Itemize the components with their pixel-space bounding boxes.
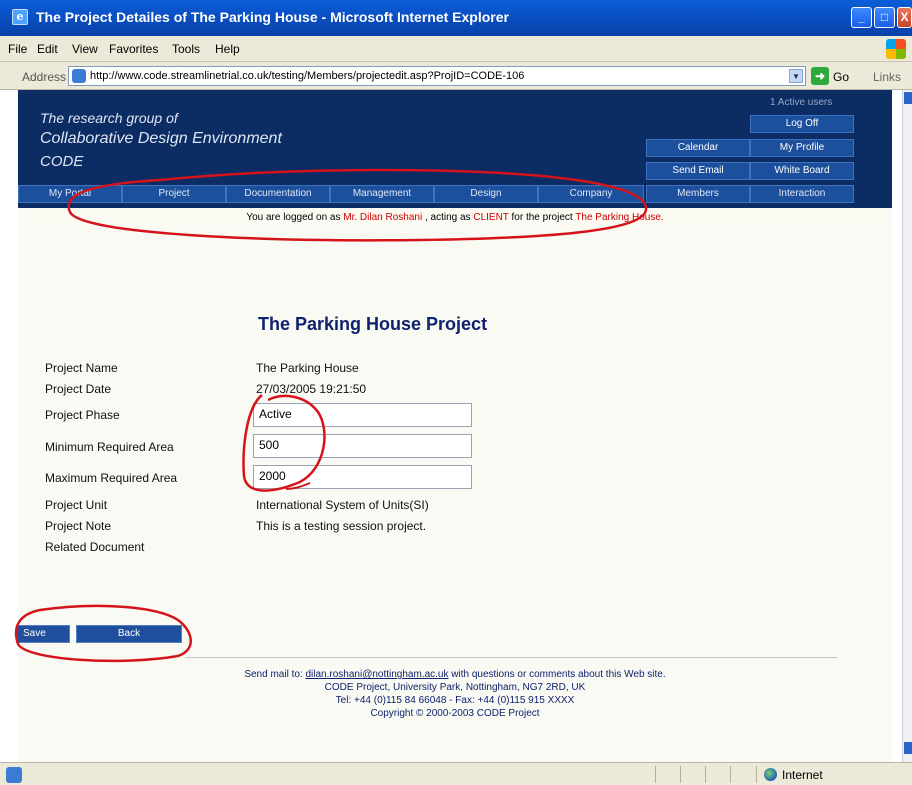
logon-middle: , acting as <box>424 212 471 223</box>
logon-bar: You are logged on as Mr. Dilan Roshani ,… <box>18 208 892 228</box>
status-separator <box>730 766 731 783</box>
footer: Send mail to: dilan.roshani@nottingham.a… <box>18 668 892 720</box>
project-date-label: Project Date <box>45 382 112 396</box>
address-input[interactable]: http://www.code.streamlinetrial.co.uk/te… <box>68 66 806 86</box>
links-button[interactable]: Links <box>873 70 901 84</box>
nav-my-portal[interactable]: My Portal <box>18 185 122 203</box>
security-zone-label: Internet <box>782 768 823 782</box>
window-title: The Project Detailes of The Parking Hous… <box>36 9 509 25</box>
window-title-bar[interactable]: e The Project Detailes of The Parking Ho… <box>0 0 912 36</box>
address-dropdown-icon[interactable]: ▼ <box>789 69 803 83</box>
menu-tools[interactable]: Tools <box>172 42 200 56</box>
menu-help[interactable]: Help <box>215 42 240 56</box>
menu-edit[interactable]: Edit <box>37 42 58 56</box>
save-button[interactable]: Save <box>16 625 70 643</box>
white-board-button[interactable]: White Board <box>750 162 854 180</box>
logon-project: The Parking House. <box>575 212 664 223</box>
related-document-label: Related Document <box>45 540 145 554</box>
close-button[interactable]: X <box>897 7 912 28</box>
go-button[interactable]: Go <box>833 70 849 84</box>
back-button[interactable]: Back <box>76 625 182 643</box>
address-bar: Address http://www.code.streamlinetrial.… <box>0 62 912 90</box>
footer-send-mail-prefix: Send mail to: <box>244 669 303 680</box>
status-separator <box>680 766 681 783</box>
logon-prefix: You are logged on as <box>246 212 341 223</box>
scroll-down-arrow[interactable] <box>904 742 912 754</box>
footer-send-mail-suffix: with questions or comments about this We… <box>451 669 666 680</box>
menu-view[interactable]: View <box>72 42 98 56</box>
maximize-button[interactable]: □ <box>874 7 895 28</box>
active-users-count: 1 Active users <box>770 97 833 108</box>
project-unit-value: International System of Units(SI) <box>256 498 429 512</box>
tagline-cde: Collaborative Design Environment <box>40 130 282 147</box>
footer-divider <box>185 657 837 658</box>
address-url[interactable]: http://www.code.streamlinetrial.co.uk/te… <box>90 70 524 82</box>
minimize-button[interactable]: _ <box>851 7 872 28</box>
logon-suffix: for the project <box>511 212 573 223</box>
nav-project[interactable]: Project <box>122 185 226 203</box>
footer-mail-line: Send mail to: dilan.roshani@nottingham.a… <box>18 668 892 681</box>
address-label: Address <box>22 70 67 84</box>
tagline-research-group: The research group of <box>40 110 178 126</box>
page-viewport: The research group of Collaborative Desi… <box>0 90 902 762</box>
project-phase-label: Project Phase <box>45 408 120 422</box>
nav-interaction[interactable]: Interaction <box>750 185 854 203</box>
project-phase-input[interactable]: Active <box>253 403 472 427</box>
project-name-value: The Parking House <box>256 361 359 375</box>
nav-management[interactable]: Management <box>330 185 434 203</box>
project-name-label: Project Name <box>45 361 118 375</box>
max-area-input[interactable]: 2000 <box>253 465 472 489</box>
nav-company[interactable]: Company <box>538 185 644 203</box>
nav-documentation[interactable]: Documentation <box>226 185 330 203</box>
menu-bar: File Edit View Favorites Tools Help <box>0 36 912 62</box>
log-off-button[interactable]: Log Off <box>750 115 854 133</box>
ie-page-icon: e <box>12 9 28 25</box>
internet-globe-icon <box>764 768 777 781</box>
logon-user: Mr. Dilan Roshani <box>343 212 423 223</box>
logon-role: CLIENT <box>473 212 509 223</box>
project-note-value: This is a testing session project. <box>256 519 427 533</box>
project-note-label: Project Note <box>45 519 112 533</box>
scroll-up-arrow[interactable] <box>904 92 912 104</box>
status-page-icon <box>6 767 22 783</box>
project-date-value: 27/03/2005 19:21:50 <box>256 382 367 396</box>
logon-message: You are logged on as Mr. Dilan Roshani ,… <box>18 212 892 223</box>
my-profile-button[interactable]: My Profile <box>750 139 854 157</box>
send-email-button[interactable]: Send Email <box>646 162 750 180</box>
main-nav: My Portal Project Documentation Manageme… <box>18 185 892 203</box>
tagline-code: CODE <box>40 153 84 170</box>
status-separator <box>705 766 706 783</box>
project-unit-label: Project Unit <box>45 498 108 512</box>
min-area-input[interactable]: 500 <box>253 434 472 458</box>
nav-design[interactable]: Design <box>434 185 538 203</box>
footer-email-link[interactable]: dilan.roshani@nottingham.ac.uk <box>305 669 448 680</box>
footer-address: CODE Project, University Park, Nottingha… <box>324 682 586 693</box>
page-title: The Parking House Project <box>258 314 488 334</box>
status-separator <box>655 766 656 783</box>
menu-file[interactable]: File <box>8 42 27 56</box>
site-header: The research group of Collaborative Desi… <box>18 90 892 208</box>
go-arrow-icon[interactable]: ➜ <box>811 67 829 85</box>
menu-favorites[interactable]: Favorites <box>109 42 158 56</box>
footer-phone: Tel: +44 (0)115 84 66048 - Fax: +44 (0)1… <box>335 695 575 706</box>
page-icon <box>72 69 86 83</box>
min-area-label: Minimum Required Area <box>45 440 174 454</box>
footer-copyright: Copyright © 2000-2003 CODE Project <box>370 708 540 719</box>
status-separator <box>756 766 757 783</box>
status-bar: Internet <box>0 762 912 785</box>
max-area-label: Maximum Required Area <box>45 471 178 485</box>
nav-members[interactable]: Members <box>646 185 750 203</box>
vertical-scrollbar[interactable] <box>902 90 912 762</box>
calendar-button[interactable]: Calendar <box>646 139 750 157</box>
windows-logo-icon <box>886 39 906 59</box>
